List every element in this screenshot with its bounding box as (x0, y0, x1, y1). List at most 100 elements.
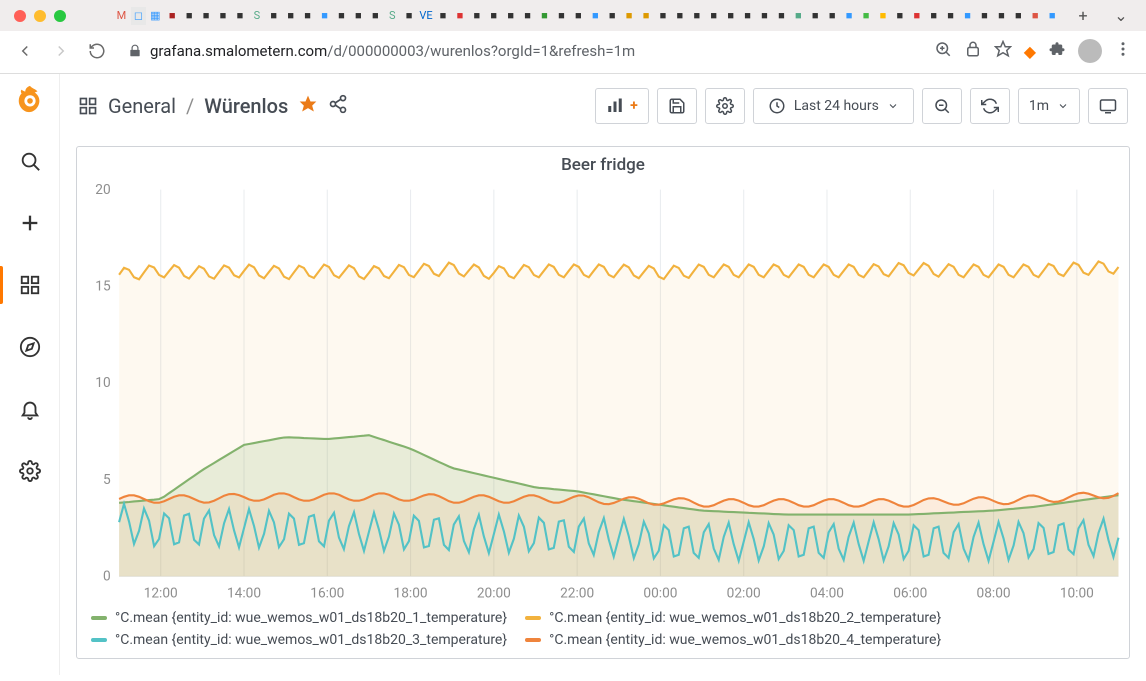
chart-area[interactable]: 0510152012:0014:0016:0018:0020:0022:0000… (77, 179, 1129, 604)
tab-favicon[interactable]: S (249, 7, 264, 25)
tab-favicon[interactable]: ■ (300, 7, 315, 25)
tab-favicon[interactable]: ■ (402, 7, 417, 25)
nav-create-icon[interactable] (11, 204, 49, 242)
tab-favicon[interactable]: ■ (266, 7, 281, 25)
tab-favicon[interactable]: ■ (199, 7, 214, 25)
tab-favicon[interactable]: ■ (757, 7, 772, 25)
share-dashboard-icon[interactable] (328, 94, 348, 119)
tab-favicon[interactable]: ■ (622, 7, 637, 25)
share-browser-icon[interactable] (964, 40, 982, 62)
tab-favicon[interactable]: ■ (639, 7, 654, 25)
zoom-out-button[interactable] (922, 88, 962, 124)
tab-favicon[interactable]: ■ (859, 7, 874, 25)
grafana-logo-icon[interactable] (15, 84, 45, 118)
tab-favicon[interactable]: ■ (842, 7, 857, 25)
tab-favicon[interactable]: ■ (571, 7, 586, 25)
back-button[interactable] (14, 42, 36, 60)
tab-favicon[interactable]: ■ (368, 7, 383, 25)
panel-beer-fridge[interactable]: Beer fridge 0510152012:0014:0016:0018:00… (76, 146, 1130, 659)
tab-favicon[interactable]: ■ (452, 7, 467, 25)
tab-favicon[interactable]: ■ (216, 7, 231, 25)
tab-favicon[interactable]: ■ (165, 7, 180, 25)
tab-favicon[interactable]: ■ (672, 7, 687, 25)
tab-favicon[interactable]: ■ (554, 7, 569, 25)
tab-favicon[interactable]: ■ (740, 7, 755, 25)
page-title[interactable]: Würenlos (204, 94, 288, 118)
tab-favicon[interactable]: ■ (656, 7, 671, 25)
tab-favicon[interactable]: ■ (791, 7, 806, 25)
browser-menu-icon[interactable] (1114, 40, 1132, 62)
tab-favicon[interactable]: ■ (774, 7, 789, 25)
window-controls[interactable] (14, 10, 66, 22)
save-dashboard-button[interactable] (657, 88, 697, 124)
reload-button[interactable] (86, 42, 108, 60)
tab-favicon[interactable]: ◻ (131, 7, 146, 25)
tab-favicon[interactable]: ■ (926, 7, 941, 25)
dashboards-grid-icon[interactable] (78, 96, 98, 116)
tab-favicon[interactable]: ▦ (148, 7, 163, 25)
tab-favicon[interactable]: ■ (182, 7, 197, 25)
legend-item[interactable]: °C.mean {entity_id: wue_wemos_w01_ds18b2… (525, 610, 941, 626)
legend-item[interactable]: °C.mean {entity_id: wue_wemos_w01_ds18b2… (525, 632, 941, 648)
tab-favicon[interactable]: ■ (689, 7, 704, 25)
time-series-chart[interactable]: 0510152012:0014:0016:0018:0020:0022:0000… (77, 179, 1129, 604)
new-tab-button[interactable]: + (1068, 6, 1098, 25)
tab-favicon[interactable]: ■ (825, 7, 840, 25)
tab-overflow-button[interactable]: ⌄ (1106, 6, 1136, 25)
tab-favicon[interactable]: S (385, 7, 400, 25)
bookmark-star-icon[interactable] (994, 40, 1012, 62)
panel-title[interactable]: Beer fridge (77, 147, 1129, 179)
extensions-menu-icon[interactable] (1048, 40, 1066, 62)
tab-favicon[interactable]: ■ (334, 7, 349, 25)
address-bar[interactable]: grafana.smalometern.com/d/000000003/wure… (122, 42, 920, 60)
time-range-picker[interactable]: Last 24 hours (753, 88, 914, 124)
minimize-window-icon[interactable] (34, 10, 46, 22)
tab-favicon[interactable]: ■ (723, 7, 738, 25)
tab-favicon[interactable]: VE (419, 7, 434, 25)
tab-favicon[interactable]: ■ (351, 7, 366, 25)
zoom-icon[interactable] (934, 40, 952, 62)
legend-item[interactable]: °C.mean {entity_id: wue_wemos_w01_ds18b2… (91, 610, 507, 626)
tab-favicon[interactable]: ■ (892, 7, 907, 25)
tab-favicon[interactable]: ■ (317, 7, 332, 25)
tab-favicon[interactable]: ■ (977, 7, 992, 25)
tv-mode-button[interactable] (1088, 88, 1128, 124)
tab-favicon[interactable]: ■ (909, 7, 924, 25)
refresh-button[interactable] (970, 88, 1010, 124)
tab-favicon[interactable]: ■ (283, 7, 298, 25)
nav-configuration-icon[interactable] (11, 452, 49, 490)
forward-button[interactable] (50, 42, 72, 60)
tab-favicon[interactable]: ■ (537, 7, 552, 25)
profile-avatar[interactable] (1078, 39, 1102, 63)
tab-favicon[interactable]: ■ (469, 7, 484, 25)
tab-strip[interactable]: M◻▦■■■■■S■■■■■■■S■VE■■■■■■■■■■■■■■■■■■■■… (114, 7, 1060, 25)
tab-favicon[interactable]: ■ (520, 7, 535, 25)
nav-search-icon[interactable] (11, 142, 49, 180)
tab-favicon[interactable]: ■ (1028, 7, 1043, 25)
tab-favicon[interactable]: ■ (486, 7, 501, 25)
nav-alerting-icon[interactable] (11, 390, 49, 428)
tab-favicon[interactable]: ■ (588, 7, 603, 25)
tab-favicon[interactable]: ■ (994, 7, 1009, 25)
tab-favicon[interactable]: ■ (808, 7, 823, 25)
nav-explore-icon[interactable] (11, 328, 49, 366)
tab-favicon[interactable]: ■ (706, 7, 721, 25)
close-window-icon[interactable] (14, 10, 26, 22)
dashboard-settings-button[interactable] (705, 88, 745, 124)
extension-icon[interactable]: ◆ (1024, 42, 1036, 61)
tab-favicon[interactable]: M (114, 7, 129, 25)
tab-favicon[interactable]: ■ (232, 7, 247, 25)
tab-favicon[interactable]: ■ (503, 7, 518, 25)
add-panel-button[interactable]: + (595, 88, 649, 124)
tab-favicon[interactable]: ■ (1045, 7, 1060, 25)
nav-dashboards-icon[interactable] (11, 266, 49, 304)
tab-favicon[interactable]: ■ (1011, 7, 1026, 25)
tab-favicon[interactable]: ■ (960, 7, 975, 25)
tab-favicon[interactable]: ■ (436, 7, 451, 25)
tab-favicon[interactable]: ■ (943, 7, 958, 25)
tab-favicon[interactable]: ■ (875, 7, 890, 25)
tab-favicon[interactable]: ■ (605, 7, 620, 25)
favorite-star-icon[interactable] (298, 94, 318, 119)
legend-item[interactable]: °C.mean {entity_id: wue_wemos_w01_ds18b2… (91, 632, 507, 648)
refresh-interval-picker[interactable]: 1m (1018, 88, 1080, 124)
